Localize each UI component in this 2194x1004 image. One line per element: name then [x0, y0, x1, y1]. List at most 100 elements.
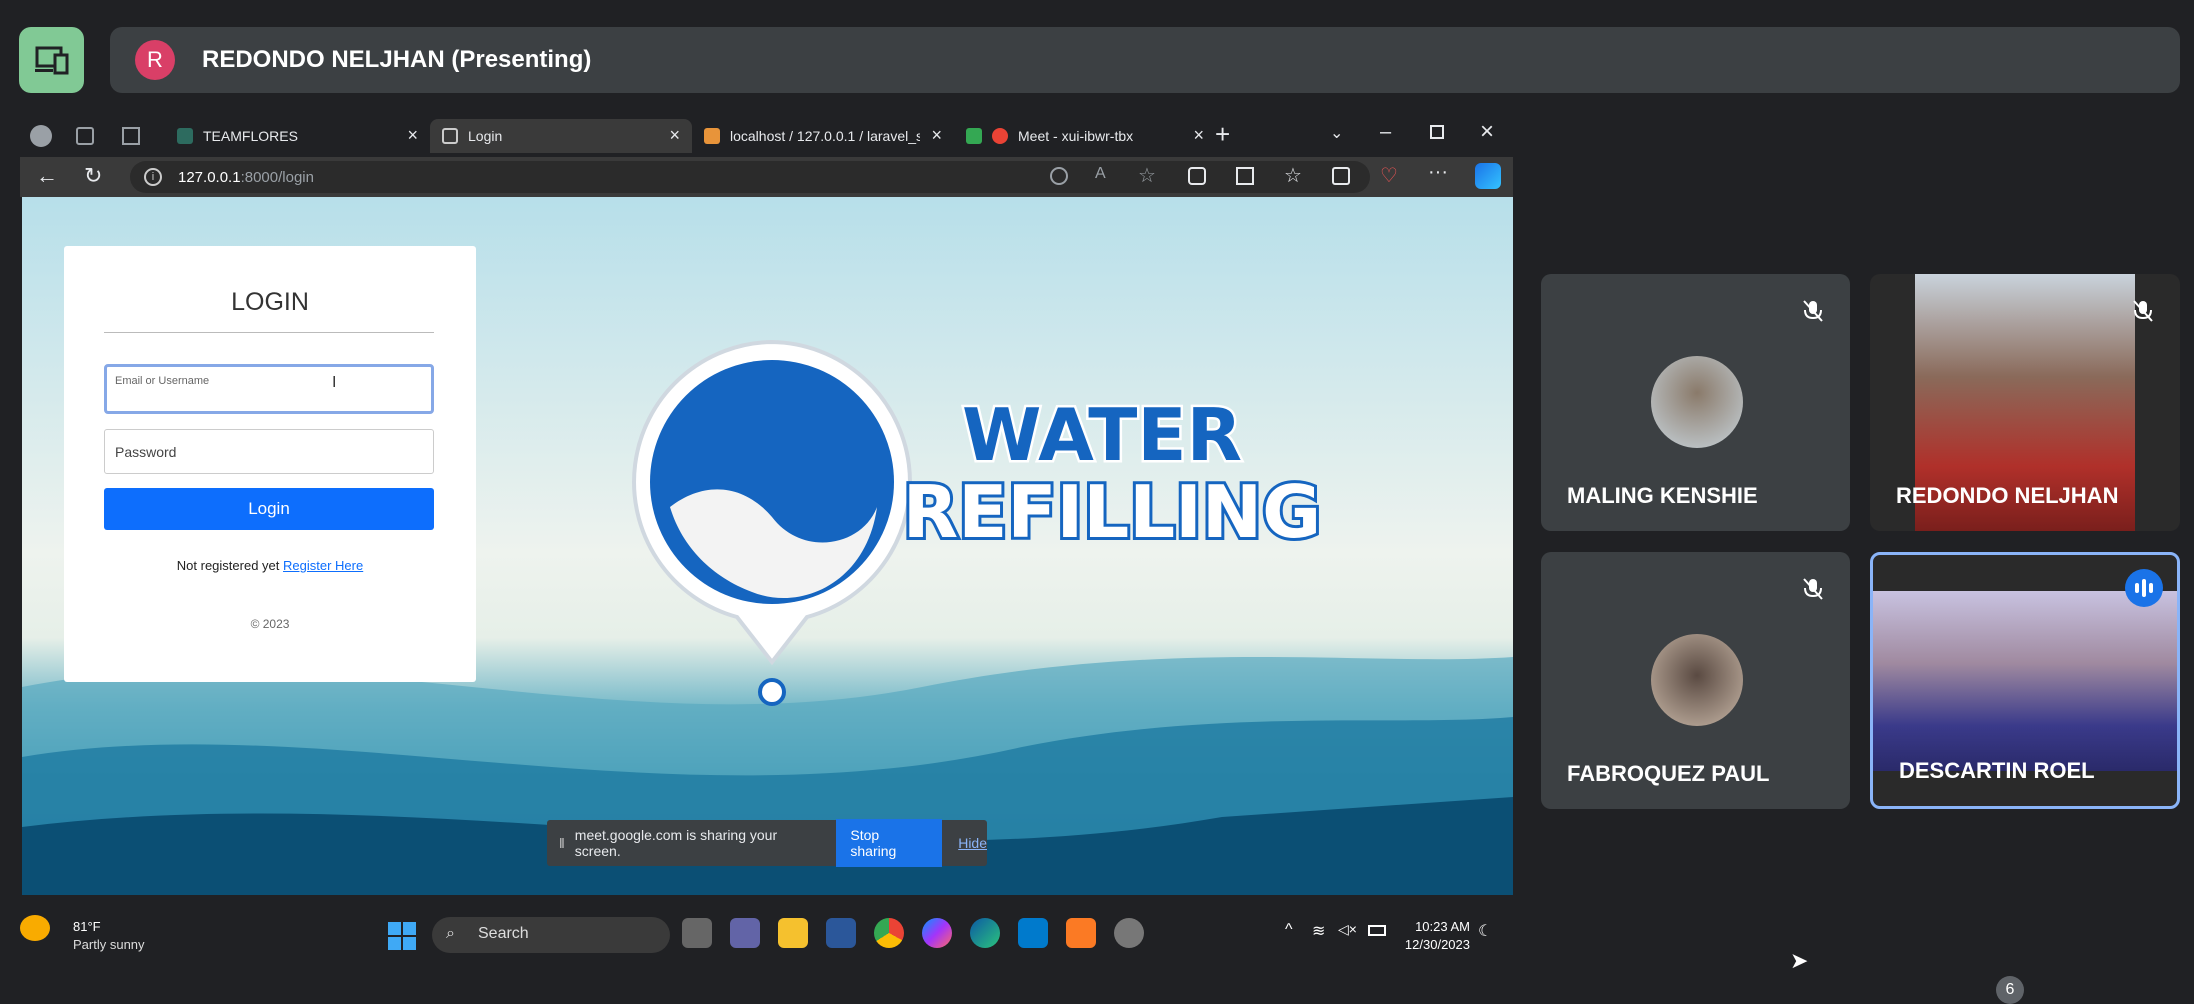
participant-tile-speaking[interactable]: DESCARTIN ROEL [1870, 552, 2180, 809]
chevron-up-icon[interactable]: ^ [1285, 921, 1293, 939]
chevron-down-icon[interactable]: ⌄ [1330, 123, 1343, 143]
browser-essentials-icon[interactable]: ♡ [1380, 163, 1398, 188]
copyright: © 2023 [250, 617, 290, 631]
workspaces-icon[interactable] [76, 127, 94, 145]
search-box[interactable]: ⌕ Search [432, 917, 670, 953]
browser-tabstrip: TEAMFLORES × Login × localhost / 127.0.0… [20, 113, 1513, 157]
tab-meet[interactable]: Meet - xui-ibwr-tbx × [954, 119, 1216, 153]
xampp-icon[interactable] [1066, 918, 1096, 948]
close-icon[interactable]: × [407, 125, 418, 146]
tab-teamflores[interactable]: TEAMFLORES × [165, 119, 430, 153]
avatar [1651, 634, 1743, 726]
drag-handle-icon[interactable]: ‖ [559, 835, 565, 851]
chrome-icon[interactable] [874, 918, 904, 948]
word-icon[interactable] [826, 918, 856, 948]
windows-taskbar: 81°F Partly sunny ⌕ Search ^ ≋ ◁× 10:23 … [0, 895, 1513, 977]
mic-off-icon [2133, 300, 2153, 322]
temperature: 81°F [73, 919, 101, 934]
speaking-indicator-icon [2125, 569, 2163, 607]
mic-off-icon [1803, 578, 1823, 600]
weather-text: Partly sunny [73, 937, 145, 952]
avatar: R [135, 40, 175, 80]
login-button[interactable]: Login [104, 488, 434, 530]
participant-count-badge[interactable]: 6 [1996, 976, 2024, 1004]
logo-line-2: REFILLING [903, 470, 1322, 554]
email-field[interactable]: Email or Username [104, 364, 434, 414]
logo-line-1: WATER [962, 393, 1242, 477]
new-tab-icon[interactable]: + [1215, 119, 1230, 150]
messenger-icon[interactable] [922, 918, 952, 948]
close-icon[interactable]: × [669, 125, 680, 146]
extensions-icon[interactable] [1188, 167, 1206, 185]
avatar [1651, 356, 1743, 448]
volume-muted-icon[interactable]: ◁× [1338, 921, 1357, 938]
edge-icon[interactable] [970, 918, 1000, 948]
present-icon[interactable] [19, 27, 84, 93]
settings-icon[interactable] [1114, 918, 1144, 948]
participant-tile[interactable]: MALING KENSHIE [1541, 274, 1850, 531]
share-message: meet.google.com is sharing your screen. [574, 827, 778, 859]
login-card: LOGIN Email or Username I Password Login… [64, 246, 476, 682]
mouse-pointer-icon: ➤ [1790, 948, 1809, 973]
url-path: :8000/login [240, 168, 314, 186]
split-screen-icon[interactable] [1236, 167, 1254, 185]
battery-icon[interactable] [1368, 925, 1386, 936]
address-bar-row: ← ↻ i 127.0.0.1:8000/login A ☆ ☆ ♡ ··· [20, 157, 1513, 197]
phpmyadmin-icon [704, 128, 720, 144]
search-icon: ⌕ [446, 925, 455, 942]
weather-icon[interactable] [20, 915, 50, 941]
password-field[interactable]: Password [104, 429, 434, 474]
tab-label: Login [468, 128, 503, 144]
participant-tile[interactable]: FABROQUEZ PAUL [1541, 552, 1850, 809]
close-icon[interactable]: × [931, 125, 942, 146]
tab-actions-icon[interactable] [122, 127, 140, 145]
participant-name: DESCARTIN ROEL [1899, 758, 2095, 783]
stop-sharing-button[interactable]: Stop sharing [836, 819, 943, 867]
mic-off-icon [1803, 300, 1823, 322]
minimize-icon[interactable]: – [1380, 121, 1391, 144]
clock-date[interactable]: 12/30/2023 [1390, 937, 1470, 952]
close-icon[interactable]: × [1193, 125, 1204, 146]
meet-icon [966, 128, 982, 144]
favorites-icon[interactable]: ☆ [1284, 163, 1302, 188]
favorite-star-icon[interactable]: ☆ [1138, 163, 1156, 188]
vscode-icon[interactable] [1018, 918, 1048, 948]
task-view-icon[interactable] [682, 918, 712, 948]
zoom-icon[interactable] [1050, 167, 1068, 185]
collections-icon[interactable] [1332, 167, 1350, 185]
tab-label: TEAMFLORES [203, 128, 298, 144]
register-prompt: Not registered yet Register Here [64, 558, 476, 573]
windows-start-icon[interactable] [388, 922, 416, 950]
restore-icon[interactable] [1430, 125, 1444, 139]
back-icon[interactable]: ← [36, 163, 58, 189]
tab-login[interactable]: Login × [430, 119, 692, 153]
more-icon[interactable]: ··· [1428, 161, 1448, 184]
hide-button[interactable]: Hide [958, 835, 987, 851]
refresh-icon[interactable]: ↻ [84, 163, 102, 189]
info-icon[interactable]: i [144, 168, 162, 186]
file-explorer-icon[interactable] [778, 918, 808, 948]
login-title: LOGIN [231, 288, 309, 316]
participant-tile[interactable]: REDONDO NELJHAN [1870, 274, 2180, 531]
tab-phpmyadmin[interactable]: localhost / 127.0.0.1 / laravel_sys × [692, 119, 954, 153]
web-page: LOGIN Email or Username I Password Login… [22, 197, 1513, 908]
page-icon [442, 128, 458, 144]
participant-name: REDONDO NELJHAN [1896, 483, 2119, 508]
url-input[interactable]: i 127.0.0.1:8000/login [130, 161, 1370, 193]
teams-icon[interactable] [730, 918, 760, 948]
water-refilling-logo: WATER REFILLING [632, 339, 1324, 706]
recording-icon [992, 128, 1008, 144]
wifi-icon[interactable]: ≋ [1312, 921, 1325, 941]
register-link[interactable]: Register Here [283, 558, 363, 573]
participant-video [1873, 591, 2177, 771]
participant-name: MALING KENSHIE [1567, 483, 1758, 508]
screen-share-bar: ‖ meet.google.com is sharing your screen… [547, 819, 987, 867]
register-prompt-text: Not registered yet [176, 558, 280, 573]
copilot-icon[interactable] [1475, 163, 1501, 189]
close-window-icon[interactable]: × [1480, 118, 1494, 146]
profile-icon[interactable] [30, 125, 52, 147]
read-aloud-icon[interactable]: A [1095, 165, 1106, 183]
presenter-name: REDONDO NELJHAN (Presenting) [202, 46, 592, 73]
notifications-icon[interactable]: ☾ [1478, 921, 1492, 941]
clock-time[interactable]: 10:23 AM [1400, 919, 1470, 934]
